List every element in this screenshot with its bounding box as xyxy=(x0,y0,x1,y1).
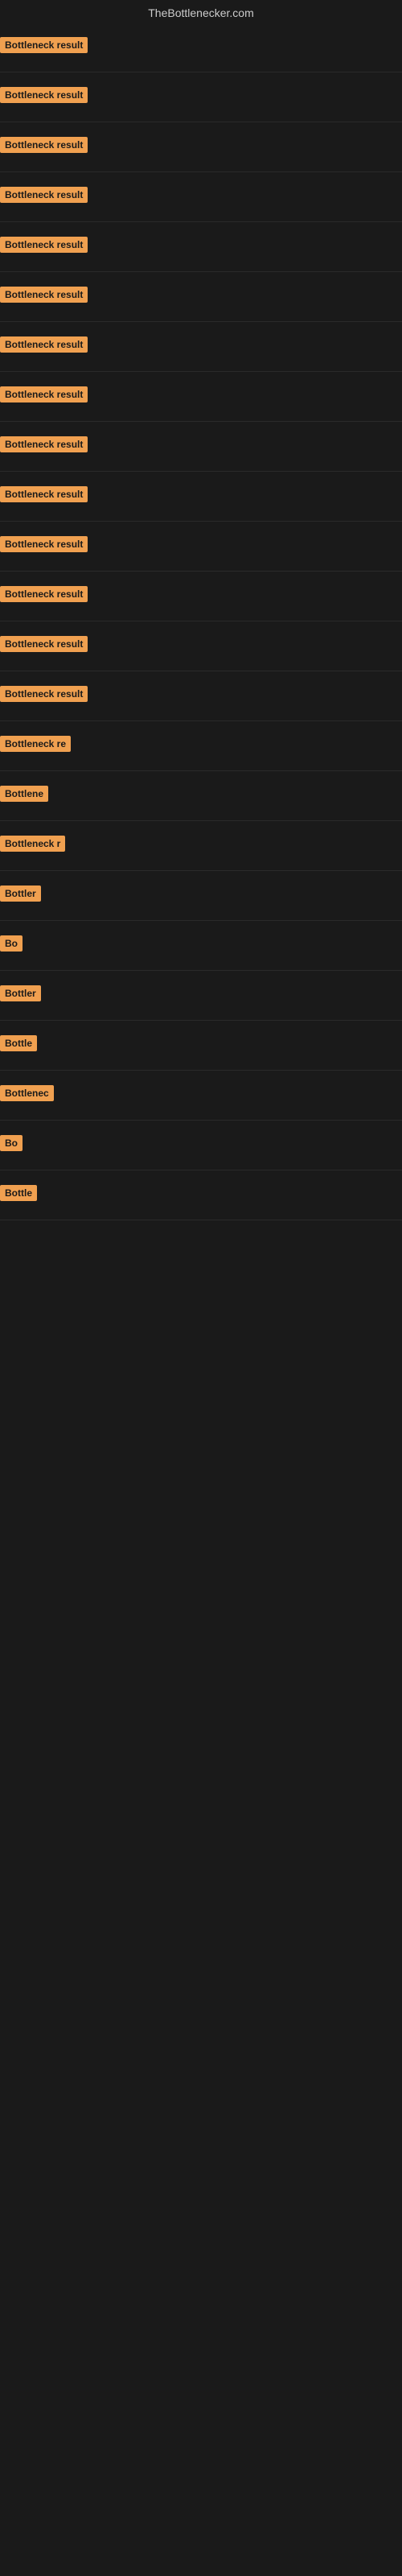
result-row: Bottleneck result xyxy=(0,522,402,572)
result-row: Bottleneck result xyxy=(0,472,402,522)
bottleneck-badge[interactable]: Bottleneck result xyxy=(0,137,88,153)
result-row: Bottleneck result xyxy=(0,222,402,272)
bottleneck-badge[interactable]: Bottleneck result xyxy=(0,536,88,552)
site-title: TheBottlenecker.com xyxy=(0,0,402,23)
result-row: Bottle xyxy=(0,1021,402,1071)
result-row: Bottleneck result xyxy=(0,572,402,621)
result-row: Bottleneck result xyxy=(0,72,402,122)
bottleneck-badge[interactable]: Bottler xyxy=(0,985,41,1001)
bottleneck-badge[interactable]: Bottleneck result xyxy=(0,386,88,402)
bottleneck-badge[interactable]: Bottleneck result xyxy=(0,586,88,602)
bottleneck-badge[interactable]: Bottleneck result xyxy=(0,636,88,652)
bottleneck-badge[interactable]: Bo xyxy=(0,1135,23,1151)
bottleneck-badge[interactable]: Bo xyxy=(0,935,23,952)
result-row: Bottleneck result xyxy=(0,372,402,422)
bottleneck-badge[interactable]: Bottleneck result xyxy=(0,237,88,253)
result-row: Bottlenec xyxy=(0,1071,402,1121)
result-row: Bottleneck result xyxy=(0,322,402,372)
result-row: Bottlene xyxy=(0,771,402,821)
bottleneck-badge[interactable]: Bottle xyxy=(0,1035,37,1051)
bottleneck-badge[interactable]: Bottleneck result xyxy=(0,187,88,203)
result-row: Bottle xyxy=(0,1170,402,1220)
result-row: Bottleneck re xyxy=(0,721,402,771)
result-row: Bo xyxy=(0,921,402,971)
result-row: Bottler xyxy=(0,871,402,921)
bottleneck-badge[interactable]: Bottleneck r xyxy=(0,836,65,852)
result-row: Bottleneck result xyxy=(0,122,402,172)
bottleneck-badge[interactable]: Bottleneck result xyxy=(0,686,88,702)
result-row: Bottleneck result xyxy=(0,23,402,72)
bottleneck-badge[interactable]: Bottleneck result xyxy=(0,486,88,502)
bottleneck-badge[interactable]: Bottleneck re xyxy=(0,736,71,752)
result-row: Bottleneck r xyxy=(0,821,402,871)
result-row: Bo xyxy=(0,1121,402,1170)
result-row: Bottler xyxy=(0,971,402,1021)
page-container: TheBottlenecker.com Bottleneck resultBot… xyxy=(0,0,402,1220)
bottleneck-badge[interactable]: Bottlenec xyxy=(0,1085,54,1101)
bottleneck-badge[interactable]: Bottlene xyxy=(0,786,48,802)
bottleneck-badge[interactable]: Bottler xyxy=(0,886,41,902)
bottleneck-badge[interactable]: Bottleneck result xyxy=(0,37,88,53)
result-row: Bottleneck result xyxy=(0,172,402,222)
bottleneck-badge[interactable]: Bottleneck result xyxy=(0,436,88,452)
result-row: Bottleneck result xyxy=(0,671,402,721)
bottleneck-badge[interactable]: Bottle xyxy=(0,1185,37,1201)
result-row: Bottleneck result xyxy=(0,272,402,322)
bottleneck-badge[interactable]: Bottleneck result xyxy=(0,87,88,103)
bottleneck-badge[interactable]: Bottleneck result xyxy=(0,287,88,303)
bottleneck-badge[interactable]: Bottleneck result xyxy=(0,336,88,353)
results-container: Bottleneck result Bottleneck result Bottle… xyxy=(0,23,402,1220)
result-row: Bottleneck result xyxy=(0,621,402,671)
result-row: Bottleneck result xyxy=(0,422,402,472)
